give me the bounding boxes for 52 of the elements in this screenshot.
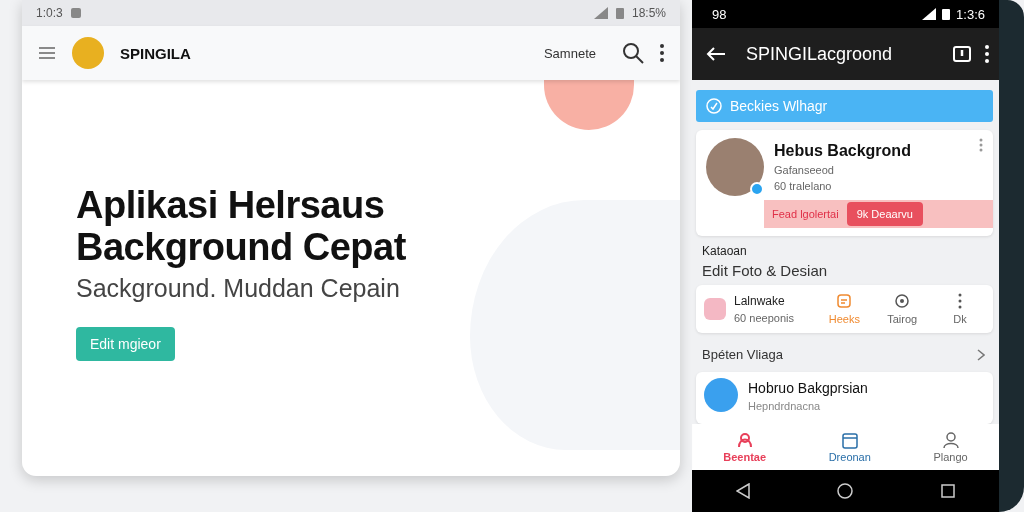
circle-icon xyxy=(894,293,911,309)
app-title: SPINGILacgroond xyxy=(746,43,894,65)
battery-icon xyxy=(615,7,624,19)
section-label: Kataoan xyxy=(702,244,748,258)
notification-icon xyxy=(70,8,81,18)
section-title: Edit Foto & Desian xyxy=(702,262,829,279)
profile-detail: 60 tralelano xyxy=(774,180,833,192)
recents-square-icon[interactable] xyxy=(941,484,956,498)
status-time: 1:3:6 xyxy=(956,6,985,22)
profile-detail: Gafanseeod xyxy=(774,164,835,176)
back-arrow-icon[interactable] xyxy=(706,46,726,62)
image-icon xyxy=(704,298,726,320)
more-icon[interactable] xyxy=(985,45,989,63)
signal-icon xyxy=(922,8,937,20)
verified-badge xyxy=(750,182,764,196)
entry-circle xyxy=(704,378,738,412)
nav-tab[interactable]: Dreonan xyxy=(822,431,877,463)
notice-text: Fead lgolertai xyxy=(772,208,839,220)
profile-name: Hebus Backgrond xyxy=(774,142,912,160)
app-title: SPINGILA xyxy=(120,44,191,62)
tool-tab[interactable]: Tairog xyxy=(877,293,928,325)
user-icon xyxy=(940,431,961,449)
signal-icon xyxy=(593,7,608,19)
status-time: 1:0:3 xyxy=(36,6,63,20)
tool-tab[interactable]: Dk xyxy=(935,293,985,325)
avatar-circle xyxy=(72,37,104,69)
tool-subtitle: 60 neeponis xyxy=(734,312,795,324)
home-circle-icon[interactable] xyxy=(837,483,854,499)
nav-tab[interactable]: Beentae xyxy=(717,431,773,463)
check-circle-icon xyxy=(706,98,722,114)
battery-icon xyxy=(942,8,951,20)
entry-title: Hobruo Bakgprsian xyxy=(748,380,868,396)
more-icon xyxy=(958,293,963,309)
headline: Aplikasi Helrsaus xyxy=(76,184,385,226)
list-row-label: Bpéten Vliaga xyxy=(702,347,783,362)
tool-title: Lalnwake xyxy=(734,294,786,308)
banner-text: Beckies Wlhagr xyxy=(730,98,828,114)
subtitle: Sackground. Muddan Cepain xyxy=(76,274,400,303)
chevron-right-icon[interactable] xyxy=(977,348,985,361)
menu-icon[interactable] xyxy=(38,46,56,60)
search-icon[interactable] xyxy=(622,42,644,64)
nav-tab[interactable]: Plango xyxy=(927,431,974,463)
more-icon[interactable] xyxy=(660,44,664,62)
entry-subtitle: Hepndrdnacna xyxy=(748,400,822,412)
notice-button[interactable]: 9k Deaarvu xyxy=(846,202,923,226)
status-text: 98 xyxy=(712,6,727,22)
battery-level: 18:5% xyxy=(631,6,666,20)
note-icon xyxy=(836,293,853,309)
headline: Background Cepat xyxy=(76,226,406,268)
alert-icon[interactable] xyxy=(953,44,971,64)
back-triangle-icon[interactable] xyxy=(735,483,750,499)
calendar-icon xyxy=(839,431,860,449)
